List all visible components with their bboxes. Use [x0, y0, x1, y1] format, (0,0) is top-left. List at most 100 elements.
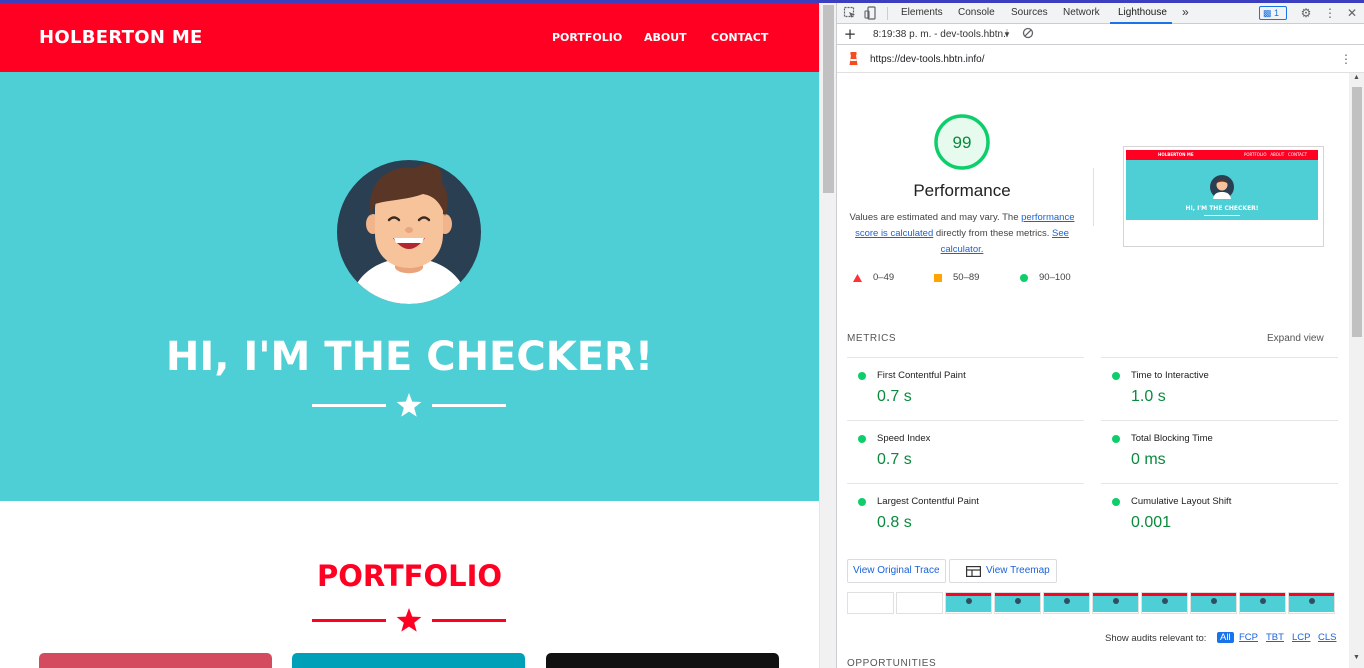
final-screenshot[interactable]: HOLBERTON ME PORTFOLIO ABOUT CONTACT HI,…	[1123, 146, 1324, 247]
metric-label: Largest Contentful Paint	[877, 496, 979, 507]
scroll-down-icon[interactable]: ▼	[1353, 654, 1360, 661]
metric-value: 0.7 s	[877, 451, 912, 468]
devtools-tabbar: Elements Console Sources Network Lightho…	[837, 3, 1364, 24]
filmstrip-frame	[1092, 592, 1139, 614]
metric-lcp: Largest Contentful Paint 0.8 s	[847, 483, 1084, 546]
pass-dot-icon	[858, 498, 866, 506]
filmstrip-frame	[1043, 592, 1090, 614]
device-toolbar-icon[interactable]	[864, 6, 878, 20]
view-original-trace-button[interactable]: View Original Trace	[847, 559, 946, 583]
metric-label: Cumulative Layout Shift	[1131, 496, 1232, 507]
filmstrip-frame	[847, 592, 894, 614]
metric-fcp: First Contentful Paint 0.7 s	[847, 357, 1084, 420]
performance-score: 99	[953, 133, 972, 152]
filmstrip-frame	[994, 592, 1041, 614]
site-brand[interactable]: HOLBERTON ME	[39, 27, 203, 48]
opportunities-heading: OPPORTUNITIES	[847, 658, 937, 668]
devtools-scrollbar[interactable]: ▲ ▼	[1349, 73, 1364, 668]
pass-dot-icon	[858, 372, 866, 380]
treemap-icon	[966, 566, 981, 577]
website-viewport: HOLBERTON ME PORTFOLIO ABOUT CONTACT HI,…	[0, 3, 819, 668]
filmstrip-frame	[1141, 592, 1188, 614]
metric-tti: Time to Interactive 1.0 s	[1101, 357, 1338, 420]
average-square-icon	[934, 274, 942, 282]
avatar	[337, 160, 481, 304]
thumb-divider	[1204, 215, 1240, 216]
metric-value: 0.7 s	[877, 388, 912, 405]
portfolio-card-1[interactable]	[39, 653, 272, 668]
lighthouse-toolbar: + 8:19:38 p. m. - dev-tools.hbtn.i ▼	[837, 24, 1364, 45]
hero-title: HI, I'M THE CHECKER!	[165, 334, 654, 380]
devtools-panel: Elements Console Sources Network Lightho…	[836, 3, 1364, 668]
devtools-scrollbar-thumb[interactable]	[1352, 87, 1362, 337]
portfolio-card-2[interactable]	[292, 653, 525, 668]
settings-gear-icon[interactable]: ⚙	[1299, 6, 1313, 20]
metrics-heading: METRICS	[847, 333, 897, 344]
performance-title: Performance	[913, 181, 1011, 200]
filter-cls[interactable]: CLS	[1318, 632, 1336, 643]
pass-dot-icon	[1112, 435, 1120, 443]
thumb-hero: HI, I'M THE CHECKER!	[1126, 160, 1318, 220]
filter-all[interactable]: All	[1217, 632, 1234, 643]
filter-lcp[interactable]: LCP	[1292, 632, 1310, 643]
legend-average: 50–89	[953, 272, 980, 283]
scroll-up-icon[interactable]: ▲	[1353, 74, 1360, 81]
nav-link-contact[interactable]: CONTACT	[711, 31, 768, 44]
metric-speed-index: Speed Index 0.7 s	[847, 420, 1084, 483]
inspect-element-icon[interactable]	[843, 6, 857, 20]
page-url[interactable]: https://dev-tools.hbtn.info/	[870, 54, 985, 65]
lighthouse-icon	[847, 51, 860, 71]
performance-note: Values are estimated and may vary. The p…	[847, 210, 1077, 258]
tab-sources[interactable]: Sources	[1011, 7, 1048, 18]
pass-dot-icon	[1112, 372, 1120, 380]
metric-value: 0 ms	[1131, 451, 1166, 468]
pass-dot-icon	[1112, 498, 1120, 506]
tab-console[interactable]: Console	[958, 7, 995, 18]
report-selector[interactable]: 8:19:38 p. m. - dev-tools.hbtn.i	[873, 29, 1008, 40]
site-scrollbar-thumb[interactable]	[823, 5, 834, 193]
tab-network[interactable]: Network	[1063, 7, 1100, 18]
metric-label: Time to Interactive	[1131, 370, 1209, 381]
nav-link-portfolio[interactable]: PORTFOLIO	[552, 31, 622, 44]
more-tabs-icon[interactable]: »	[1182, 5, 1189, 19]
expand-view-toggle[interactable]: Expand view	[1267, 333, 1324, 344]
metric-label: Total Blocking Time	[1131, 433, 1213, 444]
pass-dot-icon	[858, 435, 866, 443]
vertical-separator	[1093, 168, 1094, 226]
tab-lighthouse[interactable]: Lighthouse	[1118, 7, 1167, 18]
site-navbar: HOLBERTON ME PORTFOLIO ABOUT CONTACT	[0, 3, 819, 72]
filmstrip-frame	[1239, 592, 1286, 614]
performance-score-gauge: 99	[934, 114, 990, 170]
thumb-brand: HOLBERTON ME	[1158, 152, 1194, 157]
thumb-avatar	[1210, 175, 1234, 199]
url-bar: https://dev-tools.hbtn.info/ ⋮	[837, 45, 1364, 73]
filter-tbt[interactable]: TBT	[1266, 632, 1284, 643]
site-scrollbar[interactable]	[819, 3, 836, 668]
clear-icon[interactable]	[1021, 27, 1035, 41]
pass-circle-icon	[1020, 274, 1028, 282]
nav-link-about[interactable]: ABOUT	[644, 31, 687, 44]
note-text-1: Values are estimated and may vary. The	[849, 212, 1022, 223]
legend-pass: 90–100	[1039, 272, 1071, 283]
thumb-hero-title: HI, I'M THE CHECKER!	[1185, 205, 1259, 212]
thumb-nav: PORTFOLIO ABOUT CONTACT	[1244, 152, 1308, 157]
metric-value: 0.001	[1131, 514, 1172, 531]
issues-count: 1	[1274, 8, 1280, 18]
chevron-down-icon[interactable]: ▼	[1003, 30, 1011, 39]
filmstrip-frame	[945, 592, 992, 614]
hero-star-divider	[312, 393, 506, 417]
filter-fcp[interactable]: FCP	[1239, 632, 1258, 643]
view-treemap-button[interactable]: View Treemap	[949, 559, 1057, 583]
metric-value: 1.0 s	[1131, 388, 1166, 405]
more-options-icon[interactable]: ⋮	[1323, 6, 1337, 20]
tab-elements[interactable]: Elements	[901, 7, 943, 18]
issues-badge[interactable]: ▩ 1	[1259, 6, 1287, 20]
metric-tbt: Total Blocking Time 0 ms	[1101, 420, 1338, 483]
view-treemap-label: View Treemap	[986, 565, 1050, 576]
close-icon[interactable]: ✕	[1345, 6, 1359, 20]
show-audits-label: Show audits relevant to:	[1105, 633, 1207, 644]
filmstrip-frame	[1288, 592, 1335, 614]
portfolio-card-3[interactable]	[546, 653, 779, 668]
new-report-icon[interactable]: +	[843, 27, 857, 42]
report-menu-icon[interactable]: ⋮	[1339, 52, 1353, 66]
